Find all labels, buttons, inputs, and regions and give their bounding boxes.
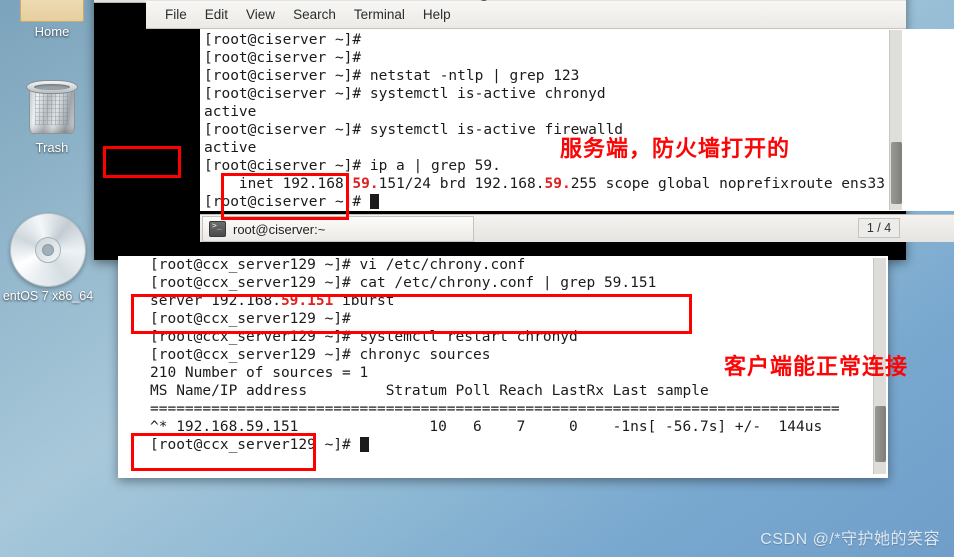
annotation-client-note: 客户端能正常连接 [724,355,909,380]
terminal-text-highlight: 59. [544,176,571,192]
terminal-line: [root@ciserver ~]# netstat -ntlp | grep … [204,67,954,85]
terminal-line: ========================================… [150,400,858,418]
desktop-icon-cdrom[interactable]: entOS 7 x86_64 [0,213,98,304]
terminal-text: 210 Number of sources = 1 [150,365,369,381]
terminal-line: inet 192.168.59.151/24 brd 192.168.59.25… [204,175,954,193]
terminal-window-server[interactable]: root@ciserver:~ File Edit View Search Te… [94,0,954,260]
terminal-text-highlight: 59.151 [280,293,334,309]
watermark: CSDN @/*守护她的笑容 [760,531,940,548]
terminal-text: [root@ccx_server129 ~]# vi /etc/chrony.c… [150,257,526,273]
terminal-1-scrollbar[interactable] [889,30,902,210]
terminal-text: [root@ciserver ~]# [204,50,370,66]
terminal-1-tabbar[interactable]: root@ciserver:~ [200,214,954,242]
terminal-line: [root@ciserver ~]# [204,49,954,67]
terminal-text: ========================================… [150,401,840,417]
terminal-text-highlight: 59. [352,176,379,192]
terminal-1-output[interactable]: [root@ciserver ~]# [root@ciserver ~]# [r… [200,29,954,211]
terminal-icon [209,221,226,237]
terminal-text: server 192.168. [150,293,281,309]
terminal-text: [root@ciserver ~]# ip a | grep 59. [204,158,501,174]
terminal-text: [root@ciserver ~]# systemctl is-active c… [204,86,606,102]
terminal-line: [root@ccx_server129 ~]# systemctl restar… [150,328,858,346]
terminal-cursor [359,437,369,452]
terminal-text: inet 192.168. [204,176,353,192]
terminal-text: [root@ccx_server129 ~]# chronyc sources [150,347,491,363]
terminal-line: [root@ccx_server129 ~]# [150,310,858,328]
terminal-text: [root@ccx_server129 ~]# cat /etc/chrony.… [150,275,657,291]
terminal-text: [root@ccx_server129 ~]# [150,311,360,327]
terminal-text: 255 scope global noprefixroute ens33 [570,176,885,192]
terminal-text: [root@ciserver ~]# netstat -ntlp | grep … [204,68,580,84]
terminal-1-tab[interactable]: root@ciserver:~ [202,216,474,242]
trash-icon [26,78,78,138]
desktop-icon-trash[interactable]: Trash [2,78,102,155]
terminal-1-menubar[interactable]: File Edit View Search Terminal Help [146,1,906,29]
cd-disc-icon [10,213,86,287]
menu-item-file[interactable]: File [156,4,196,26]
terminal-1-tab-label: root@ciserver:~ [233,221,326,237]
terminal-text: [root@ciserver ~]# [204,32,370,48]
terminal-cursor [369,194,379,209]
terminal-text: [root@ccx_server129 ~]# [150,437,360,453]
desktop-icon-cdrom-label: entOS 7 x86_64 [2,289,94,303]
terminal-text: MS Name/IP address Stratum Poll Reach La… [150,383,709,399]
desktop: Home Trash entOS 7 x86_64 root@ciserver:… [0,0,954,557]
terminal-text: active [204,104,257,120]
desktop-icon-home[interactable]: Home [2,0,102,39]
terminal-text: iburst [333,293,395,309]
terminal-line: [root@ccx_server129 ~]# cat /etc/chrony.… [150,274,858,292]
terminal-text: active [204,140,257,156]
terminal-line: [root@ccx_server129 ~]# vi /etc/chrony.c… [150,256,858,274]
menu-item-view[interactable]: View [237,4,284,26]
terminal-1-scrollbar-thumb[interactable] [891,142,902,204]
menu-item-help[interactable]: Help [414,4,460,26]
terminal-text: 151/24 brd 192.168. [378,176,545,192]
menu-item-terminal[interactable]: Terminal [345,4,414,26]
terminal-line: MS Name/IP address Stratum Poll Reach La… [150,382,858,400]
terminal-line: [root@ccx_server129 ~]# [150,436,858,454]
desktop-icon-trash-label: Trash [35,140,69,155]
terminal-2-scrollbar-thumb[interactable] [875,406,886,462]
annotation-server-note: 服务端，防火墙打开的 [560,137,791,162]
terminal-line: [root@ciserver ~]# [204,31,954,49]
folder-icon [20,0,84,22]
terminal-1-page-indicator: 1 / 4 [858,218,900,238]
desktop-icon-home-label: Home [34,24,70,39]
terminal-text: ^* 192.168.59.151 10 6 7 0 -1ns[ -56.7s]… [150,419,823,435]
terminal-line: active [204,103,954,121]
terminal-line: server 192.168.59.151 iburst [150,292,858,310]
terminal-line: ^* 192.168.59.151 10 6 7 0 -1ns[ -56.7s]… [150,418,858,436]
menu-item-edit[interactable]: Edit [196,4,237,26]
terminal-line: [root@ciserver ~]# systemctl is-active c… [204,85,954,103]
terminal-text: [root@ccx_server129 ~]# systemctl restar… [150,329,578,345]
menu-item-search[interactable]: Search [284,4,345,26]
terminal-line: [root@ciserver ~]# [204,193,954,211]
terminal-text: [root@ciserver ~]# [204,194,370,210]
terminal-1-left-filler [94,29,200,211]
